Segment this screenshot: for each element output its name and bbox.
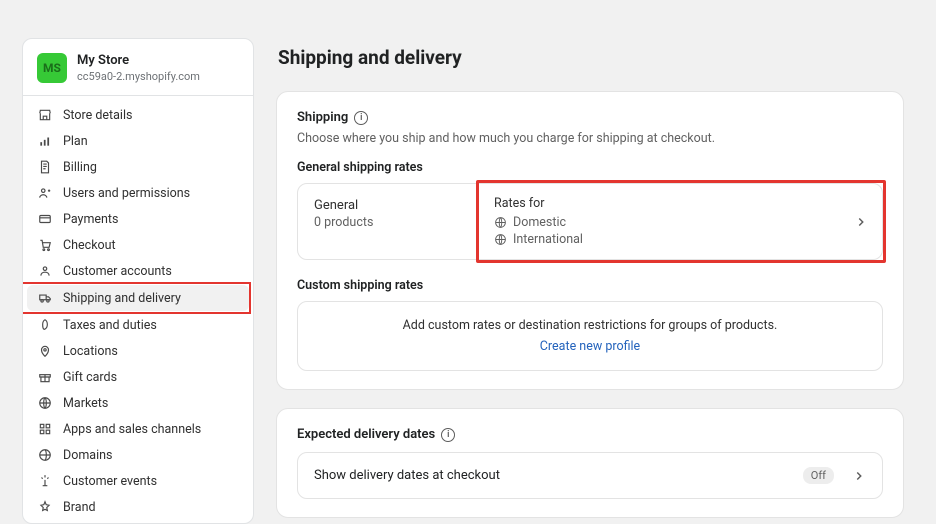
sidebar-item-label: Taxes and duties bbox=[63, 318, 157, 333]
sidebar-item-plan[interactable]: Plan bbox=[27, 128, 249, 154]
sidebar-item-label: Checkout bbox=[63, 238, 116, 253]
sidebar-item-billing[interactable]: Billing bbox=[27, 154, 249, 180]
chevron-right-icon bbox=[854, 215, 868, 229]
page-title: Shipping and delivery bbox=[278, 46, 904, 69]
sidebar-item-checkout[interactable]: Checkout bbox=[27, 232, 249, 258]
cart-icon bbox=[37, 237, 53, 253]
sidebar-item-label: Customer events bbox=[63, 474, 157, 489]
store-domain: cc59a0-2.myshopify.com bbox=[77, 70, 200, 83]
sidebar-item-label: Gift cards bbox=[63, 370, 117, 385]
shipping-heading: Shipping bbox=[297, 110, 348, 125]
shipping-card: Shipping i Choose where you ship and how… bbox=[276, 91, 904, 390]
shipping-description: Choose where you ship and how much you c… bbox=[297, 131, 883, 146]
sidebar-item-apps[interactable]: Apps and sales channels bbox=[27, 416, 249, 442]
sidebar-item-payments[interactable]: Payments bbox=[27, 206, 249, 232]
users-icon bbox=[37, 185, 53, 201]
rates-row-label: Domestic bbox=[513, 215, 566, 230]
person-icon bbox=[37, 263, 53, 279]
sidebar-item-shipping[interactable]: Shipping and delivery bbox=[27, 285, 249, 311]
sidebar-item-label: Brand bbox=[63, 500, 96, 515]
delivery-dates-row[interactable]: Show delivery dates at checkout Off bbox=[297, 452, 883, 499]
sidebar-item-gift-cards[interactable]: Gift cards bbox=[27, 364, 249, 390]
sidebar-item-label: Store details bbox=[63, 108, 132, 123]
delivery-dates-label: Show delivery dates at checkout bbox=[314, 468, 500, 483]
toggle-state: Off bbox=[803, 467, 834, 484]
general-title: General bbox=[314, 198, 462, 213]
sidebar-item-label: Payments bbox=[63, 212, 118, 227]
general-cell: General 0 products bbox=[298, 184, 478, 259]
rates-row-international: International bbox=[494, 232, 842, 247]
sidebar-item-customer-events[interactable]: Customer events bbox=[27, 468, 249, 494]
brand-icon bbox=[37, 499, 53, 515]
pin-icon bbox=[37, 343, 53, 359]
sidebar-item-label: Billing bbox=[63, 160, 97, 175]
store-avatar: MS bbox=[37, 53, 67, 83]
taxes-icon bbox=[37, 317, 53, 333]
rates-row-domestic: Domestic bbox=[494, 215, 842, 230]
sidebar-item-taxes[interactable]: Taxes and duties bbox=[27, 312, 249, 338]
general-rate-box[interactable]: General 0 products Rates for Domestic In… bbox=[297, 183, 883, 260]
rates-title: Rates for bbox=[494, 196, 842, 211]
sidebar-item-highlight: Shipping and delivery bbox=[27, 285, 249, 311]
globe-icon bbox=[494, 216, 507, 229]
globe-icon bbox=[494, 233, 507, 246]
sidebar-item-label: Markets bbox=[63, 396, 108, 411]
store-name: My Store bbox=[77, 53, 200, 68]
main-content: Shipping and delivery Shipping i Choose … bbox=[266, 8, 936, 524]
settings-sidebar: MS My Store cc59a0-2.myshopify.com Store… bbox=[22, 38, 254, 524]
rates-row-label: International bbox=[513, 232, 583, 247]
billing-icon bbox=[37, 159, 53, 175]
payments-icon bbox=[37, 211, 53, 227]
sidebar-item-label: Customer accounts bbox=[63, 264, 172, 279]
sidebar-item-store-details[interactable]: Store details bbox=[27, 102, 249, 128]
store-icon bbox=[37, 107, 53, 123]
globe-icon bbox=[37, 447, 53, 463]
info-icon[interactable]: i bbox=[354, 111, 368, 125]
sidebar-item-locations[interactable]: Locations bbox=[27, 338, 249, 364]
general-rates-label: General shipping rates bbox=[297, 160, 883, 175]
settings-nav: Store details Plan Billing Users and per… bbox=[23, 96, 253, 524]
events-icon bbox=[37, 473, 53, 489]
sidebar-item-label: Shipping and delivery bbox=[63, 291, 181, 306]
sidebar-item-label: Locations bbox=[63, 344, 118, 359]
truck-icon bbox=[37, 290, 53, 306]
apps-icon bbox=[37, 421, 53, 437]
custom-rates-box: Add custom rates or destination restrict… bbox=[297, 301, 883, 371]
sidebar-item-domains[interactable]: Domains bbox=[27, 442, 249, 468]
sidebar-item-label: Domains bbox=[63, 448, 113, 463]
sidebar-item-customer-accounts[interactable]: Customer accounts bbox=[27, 258, 249, 284]
info-icon[interactable]: i bbox=[441, 428, 455, 442]
sidebar-item-label: Apps and sales channels bbox=[63, 422, 201, 437]
expected-heading: Expected delivery dates bbox=[297, 427, 435, 442]
custom-rates-text: Add custom rates or destination restrict… bbox=[314, 318, 866, 333]
sidebar-item-users[interactable]: Users and permissions bbox=[27, 180, 249, 206]
plan-icon bbox=[37, 133, 53, 149]
general-sub: 0 products bbox=[314, 215, 462, 230]
sidebar-item-label: Plan bbox=[63, 134, 88, 149]
expected-card: Expected delivery dates i Show delivery … bbox=[276, 408, 904, 518]
store-header: MS My Store cc59a0-2.myshopify.com bbox=[23, 39, 253, 96]
globe-icon bbox=[37, 395, 53, 411]
rates-cell: Rates for Domestic International bbox=[478, 184, 882, 259]
create-profile-link[interactable]: Create new profile bbox=[540, 339, 640, 354]
sidebar-item-markets[interactable]: Markets bbox=[27, 390, 249, 416]
sidebar-item-brand[interactable]: Brand bbox=[27, 494, 249, 520]
gift-icon bbox=[37, 369, 53, 385]
custom-rates-label: Custom shipping rates bbox=[297, 278, 883, 293]
sidebar-item-label: Users and permissions bbox=[63, 186, 190, 201]
chevron-right-icon bbox=[852, 469, 866, 483]
